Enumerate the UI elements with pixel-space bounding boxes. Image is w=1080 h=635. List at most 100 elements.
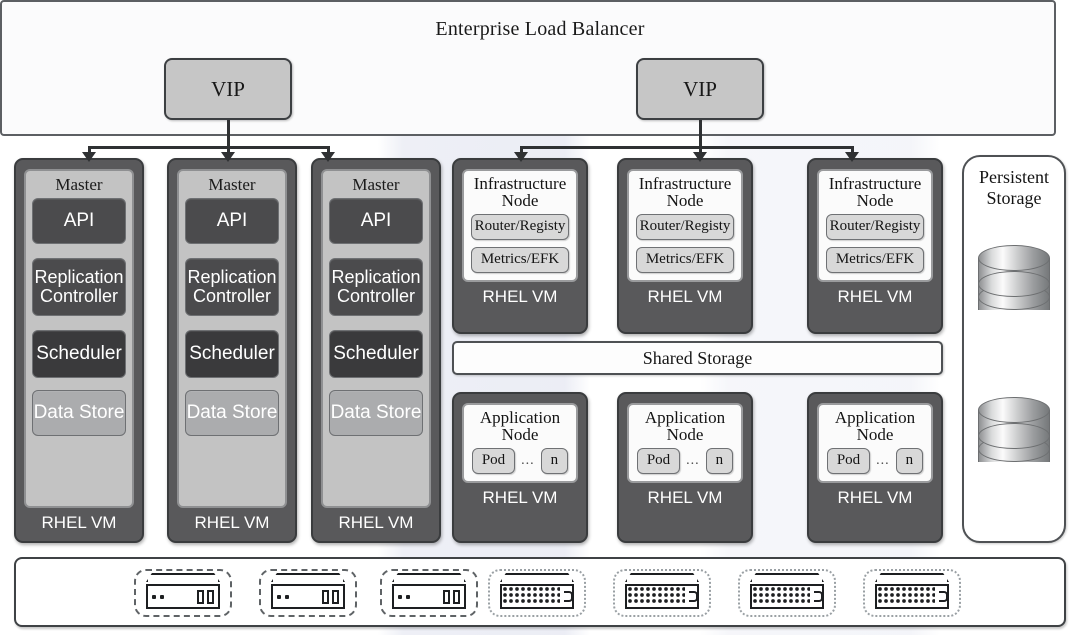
app-title-line-2: Node	[666, 425, 704, 445]
master-component-api[interactable]: API	[329, 198, 423, 244]
master-title: Master	[208, 175, 256, 194]
rhel-vm-label: RHEL VM	[837, 487, 913, 507]
master-component-data-store[interactable]: Data Store	[329, 390, 423, 436]
app-title-line-1: Application	[479, 408, 561, 427]
server-led-pair	[398, 594, 410, 599]
arrow-to-infra-1	[514, 152, 528, 162]
infrastructure-panel: Infrastructure Node Router/Registy Metri…	[817, 169, 933, 282]
infra-title-line-2: Node	[666, 191, 704, 211]
pod-ellipsis: ...	[876, 452, 890, 468]
arrow-to-master-2	[221, 152, 235, 162]
application-node-1[interactable]: Application Node Pod ... n RHEL VM	[452, 392, 588, 543]
service-metrics-efk[interactable]: Metrics/EFK	[471, 246, 569, 273]
server-lid	[625, 573, 699, 582]
service-metrics-efk[interactable]: Metrics/EFK	[826, 246, 924, 273]
server-led-pair	[277, 594, 289, 599]
master-title: Master	[55, 175, 103, 194]
service-router-registry[interactable]: Router/Registy	[826, 213, 924, 240]
rhel-vm-label: RHEL VM	[482, 286, 558, 306]
infrastructure-node-1[interactable]: Infrastructure Node Router/Registy Metri…	[452, 158, 588, 334]
database-icon	[978, 397, 1050, 475]
pod-ellipsis: ...	[521, 452, 535, 468]
repl-line-2: Controller	[192, 286, 272, 306]
master-component-scheduler[interactable]: Scheduler	[185, 330, 279, 378]
shared-storage-label: Shared Storage	[642, 347, 753, 368]
server-icon-drive-2[interactable]	[259, 569, 357, 617]
server-face	[271, 584, 345, 609]
persist-title-line-1: Persistent	[979, 167, 1049, 187]
rhel-vm-label: RHEL VM	[837, 286, 913, 306]
rhel-vm-label: RHEL VM	[647, 286, 723, 306]
application-node-3[interactable]: Application Node Pod ... n RHEL VM	[807, 392, 943, 543]
pod-chip-n[interactable]: n	[705, 447, 734, 474]
server-icon-grill-3[interactable]	[738, 569, 836, 617]
load-balancer-title: Enterprise Load Balancer	[435, 18, 645, 40]
repl-line-1: Replication	[187, 267, 277, 288]
repl-line-2: Controller	[39, 286, 119, 306]
master-panel: Master API Replication Controller Schedu…	[177, 169, 287, 508]
server-handle-notch	[814, 591, 823, 602]
rhel-vm-label: RHEL VM	[338, 513, 414, 532]
master-title: Master	[352, 175, 400, 194]
rhel-vm-label: RHEL VM	[194, 513, 270, 532]
server-lid	[875, 573, 949, 582]
infrastructure-node-title: Infrastructure Node	[474, 175, 567, 210]
infrastructure-node-2[interactable]: Infrastructure Node Router/Registy Metri…	[617, 158, 753, 334]
pod-chip[interactable]: Pod	[636, 447, 681, 474]
master-node-3[interactable]: Master API Replication Controller Schedu…	[311, 158, 441, 543]
server-icon-grill-4[interactable]	[863, 569, 961, 617]
master-node-2[interactable]: Master API Replication Controller Schedu…	[167, 158, 297, 543]
infra-title-line-1: Infrastructure	[828, 174, 922, 193]
shared-storage-bar[interactable]: Shared Storage	[452, 341, 943, 375]
app-title-line-1: Application	[644, 408, 726, 427]
server-vent-grid	[627, 586, 685, 605]
pod-chip[interactable]: Pod	[471, 447, 516, 474]
server-icon-grill-1[interactable]	[488, 569, 586, 617]
vip-left-stem	[227, 120, 230, 146]
server-face	[146, 584, 220, 609]
vip-label: VIP	[211, 76, 245, 101]
service-metrics-efk[interactable]: Metrics/EFK	[636, 246, 734, 273]
server-icon-drive-3[interactable]	[380, 569, 478, 617]
pod-row: Pod ... n	[636, 447, 734, 474]
master-component-replication-controller[interactable]: Replication Controller	[329, 258, 423, 316]
vip-box-masters[interactable]: VIP	[164, 58, 292, 120]
application-node-title: Application Node	[645, 409, 725, 444]
service-router-registry[interactable]: Router/Registy	[636, 213, 734, 240]
master-component-replication-controller[interactable]: Replication Controller	[185, 258, 279, 316]
master-component-data-store[interactable]: Data Store	[185, 390, 279, 436]
application-node-2[interactable]: Application Node Pod ... n RHEL VM	[617, 392, 753, 543]
pod-chip-n[interactable]: n	[895, 447, 924, 474]
master-component-replication-controller[interactable]: Replication Controller	[32, 258, 126, 316]
server-drive-bays	[322, 589, 339, 604]
pod-chip-n[interactable]: n	[540, 447, 569, 474]
master-component-api[interactable]: API	[32, 198, 126, 244]
infrastructure-panel: Infrastructure Node Router/Registy Metri…	[627, 169, 743, 282]
master-component-scheduler[interactable]: Scheduler	[329, 330, 423, 378]
server-lid	[750, 573, 824, 582]
master-component-scheduler[interactable]: Scheduler	[32, 330, 126, 378]
diagram-canvas: Enterprise Load Balancer VIP VIP Master …	[0, 0, 1080, 635]
server-drive-bays	[443, 589, 460, 604]
infra-title-line-1: Infrastructure	[638, 174, 732, 193]
master-component-api[interactable]: API	[185, 198, 279, 244]
application-node-title: Application Node	[480, 409, 560, 444]
application-node-title: Application Node	[835, 409, 915, 444]
pod-chip[interactable]: Pod	[826, 447, 871, 474]
service-router-registry[interactable]: Router/Registy	[471, 213, 569, 240]
arrow-to-infra-2	[693, 152, 707, 162]
server-vent-grid	[752, 586, 810, 605]
database-icon	[978, 245, 1050, 323]
master-component-data-store[interactable]: Data Store	[32, 390, 126, 436]
server-icon-drive-1[interactable]	[134, 569, 232, 617]
infrastructure-node-3[interactable]: Infrastructure Node Router/Registy Metri…	[807, 158, 943, 334]
rhel-vm-label: RHEL VM	[41, 513, 117, 532]
arrow-to-master-3	[321, 152, 335, 162]
master-node-1[interactable]: Master API Replication Controller Schedu…	[14, 158, 144, 543]
server-icon-grill-2[interactable]	[613, 569, 711, 617]
vip-box-infrastructure[interactable]: VIP	[636, 58, 764, 120]
application-panel: Application Node Pod ... n	[462, 403, 578, 483]
persistent-storage-panel[interactable]: Persistent Storage	[962, 155, 1066, 543]
infrastructure-node-title: Infrastructure Node	[829, 175, 922, 210]
database-icon-2-wrap	[964, 397, 1064, 475]
